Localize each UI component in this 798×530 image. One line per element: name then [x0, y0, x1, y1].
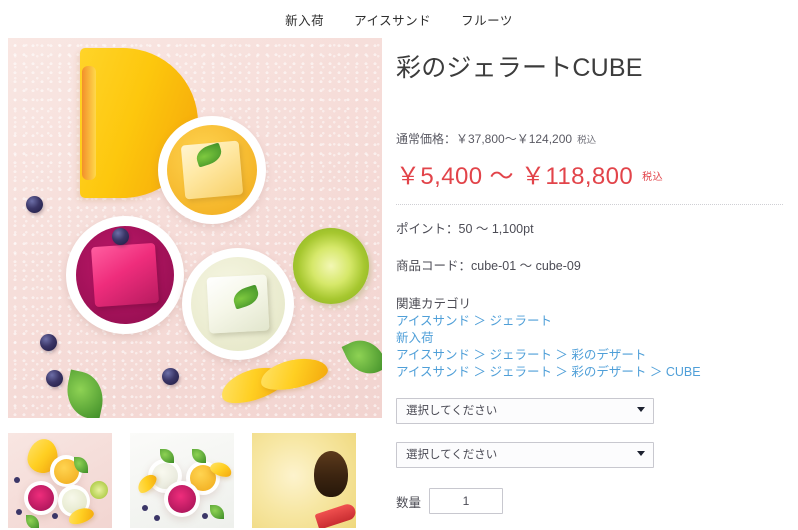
- sale-price: ￥5,400 〜 ￥118,800 税込: [396, 156, 790, 191]
- option-select-1-wrap: 選択してください: [396, 398, 654, 425]
- blueberry-icon: [14, 477, 20, 483]
- category-link-2[interactable]: 新入荷: [396, 330, 790, 347]
- blueberry-icon: [142, 505, 148, 511]
- thumbnail-strip: [8, 433, 382, 528]
- main-product-image[interactable]: [8, 38, 382, 418]
- thumbnail-3[interactable]: [252, 433, 356, 528]
- sale-price-tax-note: 税込: [642, 172, 663, 183]
- blueberry-icon: [46, 370, 63, 387]
- regular-price-tax-note: 税込: [577, 135, 597, 146]
- blueberry-icon: [154, 515, 160, 521]
- blueberry-icon: [162, 368, 179, 385]
- quantity-input[interactable]: [429, 488, 504, 515]
- regular-price-value: 通常価格：￥37,800〜￥124,200: [396, 132, 573, 146]
- blueberry-icon: [52, 513, 58, 519]
- chocolate-swirl-icon: [314, 451, 348, 497]
- product-page: 彩のジェラートCUBE 通常価格：￥37,800〜￥124,200 税込 ￥5,4…: [0, 38, 798, 530]
- product-info: 彩のジェラートCUBE 通常価格：￥37,800〜￥124,200 税込 ￥5,4…: [382, 38, 790, 530]
- lime-half-icon: [293, 228, 369, 304]
- product-gallery: [8, 38, 382, 528]
- lime-half-icon: [90, 481, 108, 499]
- category-link-4[interactable]: アイスサンド ＞ ジェラート ＞ 彩のデザート ＞ CUBE: [396, 364, 790, 381]
- section-divider: [396, 204, 783, 205]
- quantity-row: 数量: [396, 488, 790, 515]
- mint-leaf-icon: [26, 515, 39, 528]
- blueberry-icon: [16, 509, 22, 515]
- pink-gelato-cube: [90, 242, 160, 308]
- category-link-3[interactable]: アイスサンド ＞ ジェラート ＞ 彩のデザート: [396, 347, 790, 364]
- blueberry-icon: [26, 196, 43, 213]
- blueberry-icon: [40, 334, 57, 351]
- option-select-2[interactable]: 選択してください: [396, 442, 654, 469]
- piping-nozzle-icon: [314, 502, 356, 528]
- regular-price: 通常価格：￥37,800〜￥124,200 税込: [396, 130, 790, 147]
- product-code-row: 商品コード：cube-01 〜 cube-09: [396, 259, 581, 273]
- blueberry-icon: [112, 228, 129, 245]
- mint-leaf-icon: [192, 449, 206, 463]
- top-navigation: 新入荷 アイスサンド フルーツ: [0, 0, 798, 38]
- nav-item-new-arrivals[interactable]: 新入荷: [285, 10, 324, 29]
- nav-item-ice-sand[interactable]: アイスサンド: [354, 10, 431, 29]
- sale-price-value: ￥5,400 〜 ￥118,800: [396, 163, 634, 190]
- nav-item-fruits[interactable]: フルーツ: [461, 10, 513, 29]
- quantity-label: 数量: [396, 495, 422, 510]
- related-categories-heading: 関連カテゴリ: [396, 297, 472, 311]
- option-select-1[interactable]: 選択してください: [396, 398, 654, 425]
- product-title: 彩のジェラートCUBE: [396, 54, 643, 82]
- points-row: ポイント：50 〜 1,100pt: [396, 222, 534, 236]
- mint-leaf-icon: [210, 505, 224, 519]
- yellow-gelato-bowl: [158, 116, 266, 224]
- blueberry-icon: [202, 513, 208, 519]
- pink-gelato-bowl: [24, 481, 58, 515]
- option-select-2-wrap: 選択してください: [396, 442, 654, 469]
- related-categories: 関連カテゴリ アイスサンド ＞ ジェラート 新入荷 アイスサンド ＞ ジェラート…: [396, 296, 790, 380]
- pink-gelato-bowl: [164, 481, 200, 517]
- thumbnail-1[interactable]: [8, 433, 112, 528]
- thumbnail-2[interactable]: [130, 433, 234, 528]
- category-link-1[interactable]: アイスサンド ＞ ジェラート: [396, 313, 790, 330]
